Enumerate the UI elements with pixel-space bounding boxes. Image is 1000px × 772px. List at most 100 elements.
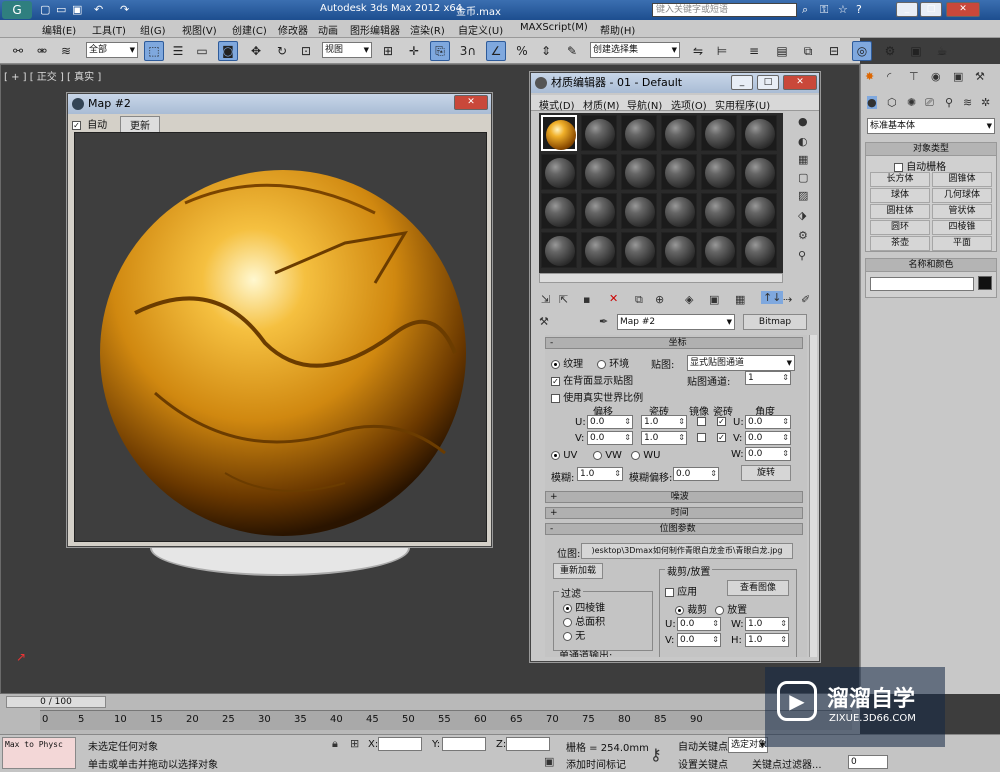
rendered-frame-icon[interactable]: ▣: [906, 41, 926, 61]
app-logo-icon[interactable]: G: [2, 1, 32, 19]
named-selection-dropdown[interactable]: 创建选择集: [590, 42, 680, 58]
new-icon[interactable]: ▢: [40, 3, 50, 16]
spinner-snap-icon[interactable]: ⇕: [536, 41, 556, 61]
systems-icon[interactable]: ✲: [981, 96, 990, 109]
schematic-view-icon[interactable]: ⊟: [824, 41, 844, 61]
track-bar[interactable]: 0 5 10 15 20 25 30 35 40 45 50 55 60 65 …: [40, 710, 852, 730]
sample-slot[interactable]: [741, 193, 777, 229]
absolute-mode-icon[interactable]: ⊞: [350, 737, 359, 750]
sample-slot[interactable]: [621, 154, 657, 190]
box-button[interactable]: 长方体: [870, 172, 930, 187]
pyramidal-radio[interactable]: 四棱锥: [563, 599, 605, 614]
sample-slot[interactable]: [541, 193, 577, 229]
menu-item[interactable]: 视图(V): [182, 22, 217, 37]
none-radio[interactable]: 无: [563, 627, 585, 642]
mat-menu-item[interactable]: 模式(D): [539, 97, 575, 112]
show-back-checkbox[interactable]: ✓ 在背面显示贴图: [551, 372, 633, 387]
lock-icon[interactable]: 🔒︎: [332, 737, 338, 751]
close-button[interactable]: ✕: [946, 2, 980, 17]
key-mode-icon[interactable]: ⚷: [650, 745, 662, 764]
geosphere-button[interactable]: 几何球体: [932, 188, 992, 203]
rotate-icon[interactable]: ↻: [272, 41, 292, 61]
selection-filter-dropdown[interactable]: 全部: [86, 42, 138, 58]
mat-menu-item[interactable]: 实用程序(U): [715, 97, 770, 112]
cone-button[interactable]: 圆锥体: [932, 172, 992, 187]
crop-w-field[interactable]: 1.0: [745, 617, 789, 631]
mat-menu-item[interactable]: 材质(M): [583, 97, 619, 112]
time-slider[interactable]: 0 / 100: [6, 696, 106, 708]
bitmap-rollout-header[interactable]: - 位图参数: [545, 523, 803, 535]
eyedropper-icon[interactable]: ✒: [599, 315, 608, 328]
sample-slot[interactable]: [621, 115, 657, 151]
scale-icon[interactable]: ⊡: [296, 41, 316, 61]
sample-slot[interactable]: [541, 154, 577, 190]
search-icon[interactable]: ⌕: [802, 3, 808, 17]
add-time-tag-icon[interactable]: ▣: [544, 755, 554, 768]
star-icon[interactable]: ☆: [838, 3, 848, 16]
window-crossing-icon[interactable]: ◙: [218, 41, 238, 61]
environ-radio[interactable]: 环境: [597, 355, 629, 370]
put-to-library-icon[interactable]: ⊕: [655, 293, 664, 306]
reference-coord-dropdown[interactable]: 视图: [322, 42, 372, 58]
layer-manager-icon[interactable]: ≡: [744, 41, 764, 61]
z-coord-field[interactable]: [506, 737, 550, 751]
u-mirror-checkbox[interactable]: [697, 417, 706, 426]
curve-editor-icon[interactable]: ⧉: [798, 41, 818, 61]
material-editor-icon[interactable]: ◎: [852, 41, 872, 61]
angle-snap-icon[interactable]: ∠: [486, 41, 506, 61]
torus-button[interactable]: 圆环: [870, 220, 930, 235]
link-icon[interactable]: ⚯: [8, 41, 28, 61]
teapot-button[interactable]: 茶壶: [870, 236, 930, 251]
helpers-icon[interactable]: ⚲: [945, 96, 953, 109]
bind-spacewarp-icon[interactable]: ≋: [56, 41, 76, 61]
crop-u-field[interactable]: 0.0: [677, 617, 721, 631]
edit-named-selection-icon[interactable]: ✎: [562, 41, 582, 61]
material-id-icon[interactable]: ◈: [685, 293, 693, 306]
set-key-label[interactable]: 设置关键点: [678, 756, 728, 771]
object-type-header[interactable]: 对象类型: [866, 143, 996, 156]
hierarchy-tab-icon[interactable]: ⊤: [909, 70, 919, 83]
menu-item[interactable]: 创建(C): [232, 22, 267, 37]
plane-button[interactable]: 平面: [932, 236, 992, 251]
keyboard-shortcut-icon[interactable]: ⎘: [430, 41, 450, 61]
v-tile-checkbox[interactable]: ✓: [717, 433, 726, 442]
rect-selection-icon[interactable]: ▭: [192, 41, 212, 61]
background-icon[interactable]: ▦: [798, 153, 808, 166]
maxscript-listener[interactable]: Max to Physc: [2, 737, 76, 769]
blur-offset-field[interactable]: 0.0: [673, 467, 719, 481]
key-selection-dropdown[interactable]: 选定对象: [728, 737, 768, 753]
select-by-name-icon[interactable]: ☰: [168, 41, 188, 61]
menu-item[interactable]: MAXScript(M): [520, 22, 588, 33]
noise-rollout-header[interactable]: + 噪波: [545, 491, 803, 503]
save-icon[interactable]: ▣: [72, 3, 82, 16]
utilities-tab-icon[interactable]: ⚒: [975, 70, 985, 83]
select-object-icon[interactable]: ⬚: [144, 41, 164, 61]
w-angle-field[interactable]: 0.0: [745, 447, 791, 461]
crop-h-field[interactable]: 1.0: [745, 633, 789, 647]
menu-item[interactable]: 编辑(E): [42, 22, 76, 37]
category-dropdown[interactable]: 标准基本体: [867, 118, 995, 134]
make-unique-icon[interactable]: ⧉: [635, 293, 643, 307]
mat-maximize-button[interactable]: □: [757, 75, 779, 90]
coords-rollout-header[interactable]: - 坐标: [545, 337, 803, 349]
sample-slot[interactable]: [701, 115, 737, 151]
sample-slot[interactable]: [621, 193, 657, 229]
sample-type-icon[interactable]: ●: [798, 115, 808, 128]
auto-checkbox[interactable]: ✓: [72, 120, 81, 130]
mapping-dropdown[interactable]: 显式贴图通道: [687, 355, 795, 371]
sample-slot[interactable]: [541, 232, 577, 268]
reset-map-icon[interactable]: ✕: [609, 292, 618, 305]
object-name-field[interactable]: [870, 277, 974, 291]
blur-field[interactable]: 1.0: [577, 467, 623, 481]
name-color-header[interactable]: 名称和颜色: [866, 259, 996, 272]
create-tab-icon[interactable]: ✸: [865, 70, 874, 83]
align-icon[interactable]: ⊨: [712, 41, 732, 61]
uv-radio[interactable]: UV: [551, 450, 577, 461]
sample-uv-tiling-icon[interactable]: ▢: [798, 171, 808, 184]
update-button[interactable]: 更新: [120, 116, 160, 133]
undo-icon[interactable]: ↶: [94, 3, 103, 16]
cylinder-button[interactable]: 圆柱体: [870, 204, 930, 219]
sphere-button[interactable]: 球体: [870, 188, 930, 203]
auto-key-label[interactable]: 自动关键点: [678, 738, 728, 753]
v-offset-field[interactable]: 0.0: [587, 431, 633, 445]
